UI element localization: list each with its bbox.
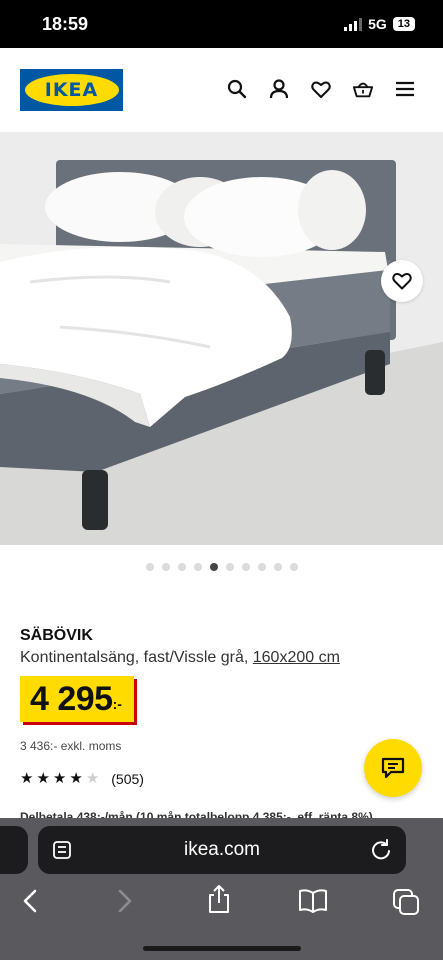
- back-icon[interactable]: [20, 888, 40, 914]
- address-bar[interactable]: ikea.com: [38, 826, 406, 874]
- logo-text: IKEA: [44, 79, 99, 101]
- gallery-dot[interactable]: [145, 563, 154, 571]
- network-label: 5G: [368, 16, 387, 32]
- menu-icon[interactable]: [395, 78, 415, 100]
- product-type: Kontinentalsäng, fast/Vissle grå,: [20, 649, 249, 666]
- gallery-dot[interactable]: [209, 563, 218, 571]
- review-count[interactable]: (505): [111, 771, 144, 787]
- header-icons: [227, 78, 415, 100]
- rating[interactable]: ★ ★ ★ ★ ★ (505): [20, 770, 144, 788]
- heart-icon[interactable]: [311, 78, 331, 100]
- home-indicator[interactable]: [143, 946, 301, 951]
- browser-toolbar: ikea.com: [0, 818, 443, 960]
- gallery-dot[interactable]: [177, 563, 186, 571]
- star-filled-icon: ★: [52, 770, 67, 787]
- chat-icon: [381, 757, 405, 779]
- size-link[interactable]: 160x200 cm: [253, 649, 340, 666]
- chat-button[interactable]: [364, 739, 422, 797]
- star-filled-icon: ★: [20, 770, 34, 787]
- gallery-dot[interactable]: [225, 563, 234, 571]
- star-filled-icon: ★: [69, 770, 83, 787]
- wishlist-button[interactable]: [381, 260, 423, 302]
- price-excl-vat: 3 436:- exkl. moms: [20, 739, 122, 753]
- status-indicators: 5G 13: [344, 16, 415, 32]
- url-text[interactable]: ikea.com: [184, 839, 260, 861]
- star-empty-icon: ★: [85, 770, 100, 787]
- price-value: 4 295: [30, 680, 113, 718]
- signal-icon: [344, 17, 363, 31]
- product-image[interactable]: [0, 132, 443, 545]
- gallery-dots: [0, 563, 443, 571]
- previous-tab-preview[interactable]: [0, 826, 28, 874]
- status-time: 18:59: [42, 14, 89, 34]
- status-bar: 18:59 5G 13: [0, 0, 443, 48]
- price-suffix: :-: [112, 696, 122, 712]
- bed-illustration: [0, 132, 443, 545]
- gallery-dot[interactable]: [273, 563, 282, 571]
- price-tag: 4 295 :-: [20, 676, 134, 722]
- search-icon[interactable]: [227, 78, 247, 100]
- product-description: Kontinentalsäng, fast/Vissle grå, 160x20…: [20, 649, 340, 667]
- gallery-dot[interactable]: [161, 563, 170, 571]
- star-filled-icon: ★: [36, 770, 50, 787]
- page-menu-icon[interactable]: [52, 840, 74, 860]
- logo-oval: IKEA: [24, 74, 119, 106]
- gallery-dot[interactable]: [193, 563, 202, 571]
- profile-icon[interactable]: [269, 78, 289, 100]
- forward-icon[interactable]: [115, 888, 135, 914]
- share-icon[interactable]: [206, 884, 232, 914]
- browser-nav: [0, 884, 443, 924]
- heart-icon: [392, 273, 412, 290]
- basket-icon[interactable]: [353, 78, 373, 100]
- gallery-dot[interactable]: [289, 563, 298, 571]
- ikea-logo[interactable]: IKEA: [20, 69, 123, 111]
- battery-icon: 13: [392, 17, 415, 31]
- bookmarks-icon[interactable]: [298, 888, 328, 914]
- product-name: SÄBÖVIK: [20, 627, 93, 644]
- gallery-dot[interactable]: [257, 563, 266, 571]
- reload-icon[interactable]: [370, 839, 392, 861]
- site-header: IKEA: [0, 48, 443, 132]
- tabs-icon[interactable]: [392, 888, 420, 916]
- gallery-dot[interactable]: [241, 563, 250, 571]
